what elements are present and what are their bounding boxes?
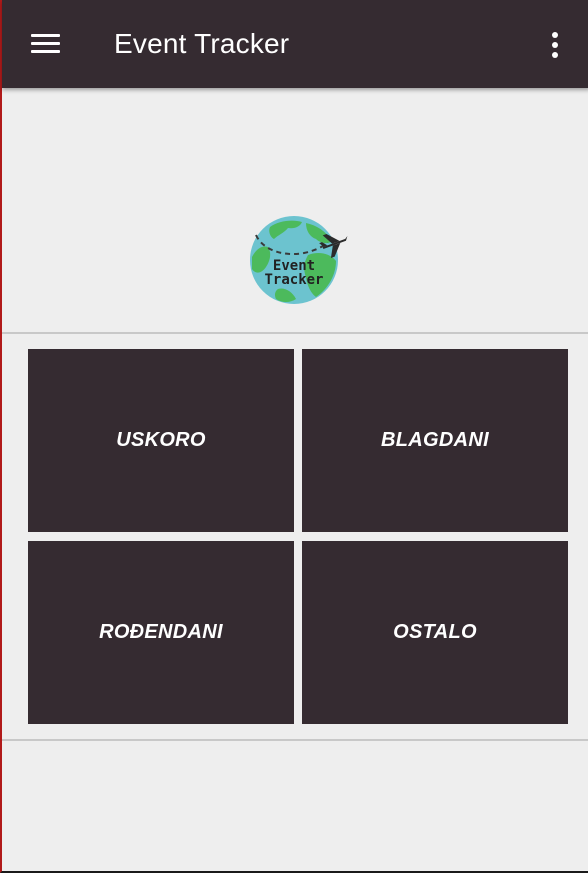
divider-top: [2, 332, 588, 334]
category-tile-rodendani[interactable]: ROĐENDANI: [28, 541, 294, 724]
screen: Event Tracker Event Tracker USKORO BLAGD…: [0, 0, 588, 873]
category-tile-uskoro[interactable]: USKORO: [28, 349, 294, 532]
category-tile-blagdani[interactable]: BLAGDANI: [302, 349, 568, 532]
hamburger-menu-icon[interactable]: [30, 32, 62, 58]
tile-label: OSTALO: [393, 621, 477, 643]
more-vert-icon[interactable]: [544, 30, 566, 60]
category-tile-ostalo[interactable]: OSTALO: [302, 541, 568, 724]
divider-bottom: [2, 739, 588, 741]
app-bar: Event Tracker: [2, 0, 588, 88]
tile-label: USKORO: [116, 429, 206, 451]
tile-label: ROĐENDANI: [99, 621, 223, 643]
app-logo: Event Tracker: [248, 213, 348, 309]
tile-label: BLAGDANI: [381, 429, 489, 451]
logo-text-line2: Tracker: [264, 272, 324, 288]
logo-text-line1: Event: [272, 258, 316, 274]
logo-text: Event Tracker: [248, 259, 340, 287]
app-title: Event Tracker: [114, 28, 290, 59]
